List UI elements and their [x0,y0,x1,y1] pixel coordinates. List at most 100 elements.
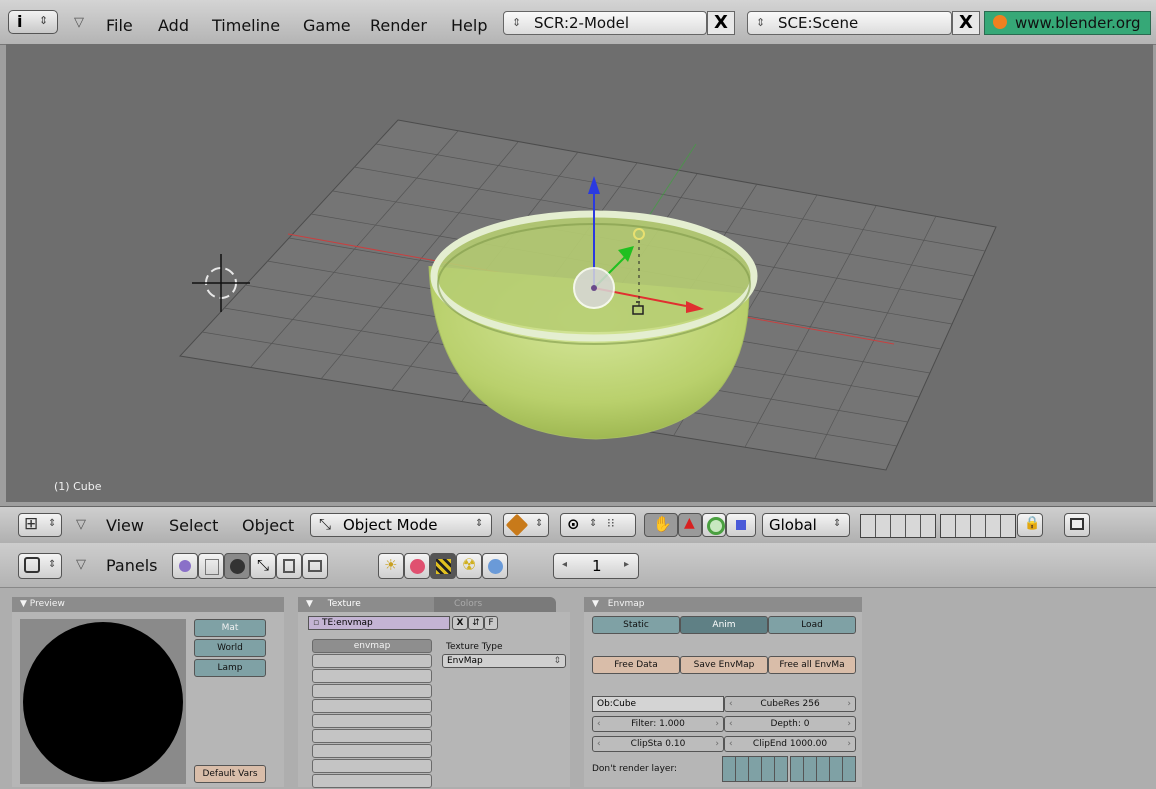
buttons-editor-type-button[interactable]: ⇕ [18,553,62,579]
free-data-button[interactable]: Free Data [592,656,680,674]
envmap-anim-button[interactable]: Anim [680,616,768,634]
menu-render[interactable]: Render [370,16,427,35]
orientation-selector[interactable]: Global ⇕ [762,513,850,537]
collapse-triangle-icon[interactable]: ▽ [74,15,84,30]
updown-arrows-icon: ⇕ [535,518,544,529]
preview-lamp-button[interactable]: Lamp [194,659,266,677]
envmap-load-button[interactable]: Load [768,616,856,634]
updown-arrows-icon: ⇕ [553,656,561,666]
render-layer-buttons-1[interactable] [722,756,788,782]
logic-context-icon[interactable] [172,553,198,579]
url-text: www.blender.org [1015,14,1141,32]
left-arrow-icon: ‹ [729,719,733,729]
fake-user-icon[interactable]: ⇵ [468,616,484,630]
menu-object[interactable]: Object [242,516,294,535]
radiosity-subcontext-icon[interactable]: ☢ [456,553,482,579]
depth-field[interactable]: ‹ Depth: 0 › [724,716,856,732]
viewport-canvas[interactable] [6,44,1153,502]
texture-panel: ▫ TE:envmap X ⇵ F envmap Texture Type En… [298,612,570,788]
texture-subcontext-icon[interactable] [430,553,456,579]
screen-name: SCR:2-Model [534,14,630,32]
updown-arrows-icon: ⇕ [39,14,49,27]
menu-select[interactable]: Select [169,516,218,535]
tab-texture[interactable]: ▼ Texture [298,597,434,612]
layer-buttons-group-1[interactable] [860,514,936,538]
frame-field[interactable]: ◂ 1 ▸ [553,553,639,579]
image-icon [1070,518,1084,530]
save-envmap-button[interactable]: Save EnvMap [680,656,768,674]
hand-icon: ✋ [653,515,672,533]
draw-type-selector[interactable]: ⇕ [503,513,549,537]
collapse-triangle-icon[interactable]: ▽ [76,517,86,532]
preview-mat-button[interactable]: Mat [194,619,266,637]
scene-selector[interactable]: ⇕ SCE:Scene [747,11,952,35]
object-context-icon[interactable]: ⤡ [250,553,276,579]
menu-help[interactable]: Help [451,16,487,35]
unlink-texture-button[interactable]: X [452,616,468,630]
menu-add[interactable]: Add [158,16,189,35]
texture-name-field[interactable]: ▫ TE:envmap [308,616,450,630]
menu-file[interactable]: File [106,16,133,35]
texture-slot[interactable] [312,654,432,668]
editor-type-button[interactable]: ⊞ ⇕ [18,513,62,537]
default-vars-button[interactable]: Default Vars [194,765,266,783]
preview-title: Preview [29,599,65,609]
world-subcontext-icon[interactable] [482,553,508,579]
render-preview-button[interactable] [1064,513,1090,537]
pivot-selector[interactable]: ⊙ ⇕ ⁝⁝ [560,513,636,537]
layer-buttons-group-2[interactable] [940,514,1016,538]
material-subcontext-icon[interactable] [404,553,430,579]
envmap-panel-header[interactable]: ▼ Envmap [584,597,862,612]
texture-slot[interactable] [312,744,432,758]
rotate-manipulator-button[interactable] [702,513,726,537]
script-context-icon[interactable] [198,553,224,579]
clipsta-field[interactable]: ‹ ClipSta 0.10 › [592,736,724,752]
panels-menu[interactable]: Panels [106,556,158,575]
texture-slot[interactable] [312,774,432,788]
envmap-static-button[interactable]: Static [592,616,680,634]
updown-arrows-icon: ⇕ [589,518,598,529]
screen-selector[interactable]: ⇕ SCR:2-Model [503,11,707,35]
texture-slot[interactable] [312,699,432,713]
square-icon [736,520,746,530]
3d-view-header: ⊞ ⇕ ▽ View Select Object ⤡ Object Mode ⇕… [0,506,1156,544]
preview-world-button[interactable]: World [194,639,266,657]
filter-field[interactable]: ‹ Filter: 1.000 › [592,716,724,732]
menu-view[interactable]: View [106,516,144,535]
lock-layers-button[interactable]: 🔒 [1017,513,1043,537]
preview-panel-header[interactable]: ▼ Preview [12,597,284,612]
menu-timeline[interactable]: Timeline [212,16,280,35]
texture-slot[interactable] [312,669,432,683]
menu-game[interactable]: Game [303,16,351,35]
texture-slot[interactable] [312,759,432,773]
object-name-field[interactable]: Ob:Cube [592,696,724,712]
delete-screen-button[interactable]: X [707,11,735,35]
3d-viewport[interactable]: (1) Cube [6,44,1153,502]
left-arrow-icon[interactable]: ◂ [562,559,567,570]
free-all-envmaps-button[interactable]: Free all EnvMa [768,656,856,674]
mode-selector[interactable]: ⤡ Object Mode ⇕ [310,513,492,537]
fake-user-button[interactable]: F [484,616,498,630]
collapse-triangle-icon[interactable]: ▽ [76,557,86,572]
clipend-field[interactable]: ‹ ClipEnd 1000.00 › [724,736,856,752]
material-preview [20,619,186,784]
editing-context-icon[interactable] [276,553,302,579]
texture-slot[interactable] [312,714,432,728]
manipulator-toggle-button[interactable]: ✋ [644,513,678,537]
translate-manipulator-button[interactable]: ▲ [678,513,702,537]
right-arrow-icon[interactable]: ▸ [624,559,629,570]
texture-slot[interactable] [312,729,432,743]
info-editor-type-button[interactable]: i ⇕ [8,10,58,34]
scale-manipulator-button[interactable] [726,513,756,537]
tab-colors[interactable]: Colors [434,597,556,612]
cuberes-field[interactable]: ‹ CubeRes 256 › [724,696,856,712]
texture-slot-active[interactable]: envmap [312,639,432,653]
blender-org-link[interactable]: www.blender.org [984,11,1151,35]
shading-context-icon[interactable] [224,553,250,579]
render-layer-buttons-2[interactable] [790,756,856,782]
lamp-subcontext-icon[interactable]: ☀ [378,553,404,579]
texture-type-selector[interactable]: EnvMap ⇕ [442,654,566,668]
scene-context-icon[interactable] [302,553,328,579]
delete-scene-button[interactable]: X [952,11,980,35]
texture-slot[interactable] [312,684,432,698]
